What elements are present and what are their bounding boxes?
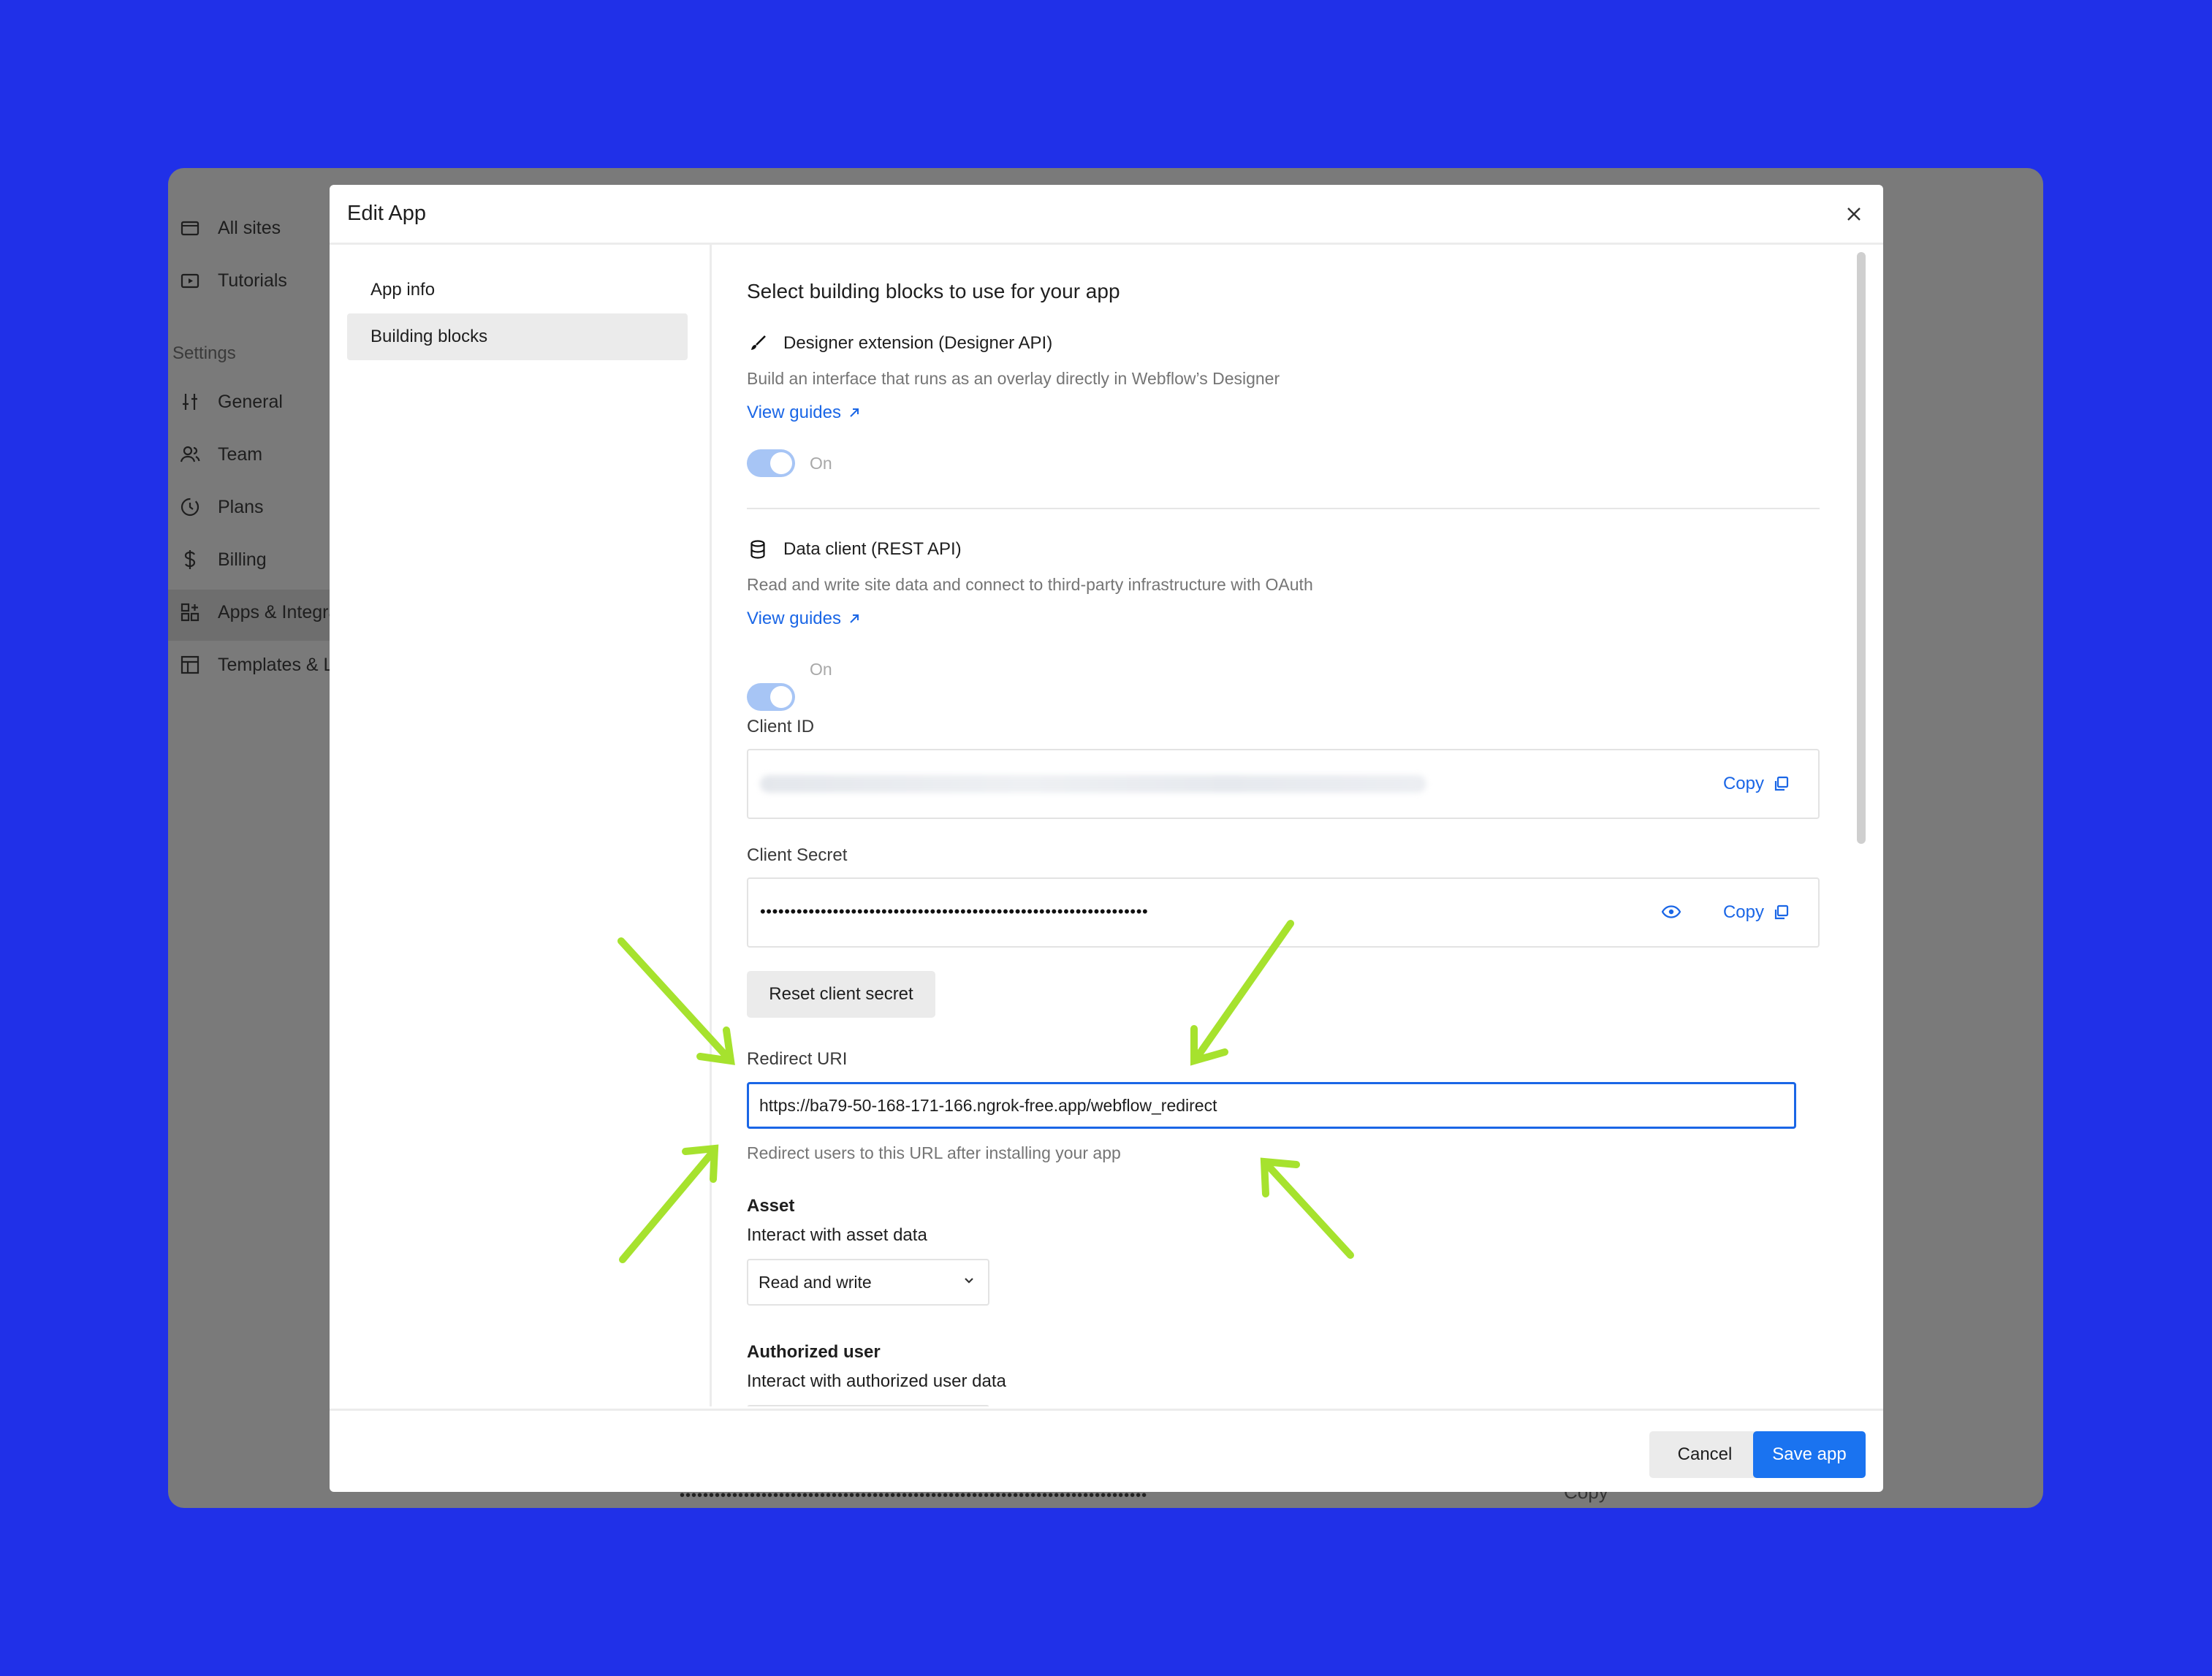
bg-sidebar-item-label: Billing xyxy=(218,549,267,570)
bg-sidebar-item-label: Apps & Integra xyxy=(218,601,339,622)
designer-extension-label: Designer extension (Designer API) xyxy=(783,333,1053,353)
client-secret-copy-button[interactable]: Copy xyxy=(1723,902,1789,923)
modal-header: Edit App xyxy=(330,185,1883,245)
bg-sidebar-item-templates[interactable]: Templates & L xyxy=(178,653,333,677)
cancel-button[interactable]: Cancel xyxy=(1649,1431,1760,1478)
client-secret-masked: ••••••••••••••••••••••••••••••••••••••••… xyxy=(760,902,1149,921)
data-client-toggle[interactable] xyxy=(747,683,795,711)
bg-sidebar-item-label: Tutorials xyxy=(218,270,287,291)
toggle-knob xyxy=(770,452,792,474)
data-client-view-guides-link[interactable]: View guides xyxy=(747,609,860,629)
designer-toggle-label: On xyxy=(810,454,832,473)
client-id-blurred-value xyxy=(760,775,1426,793)
designer-extension-description: Build an interface that runs as an overl… xyxy=(747,369,1280,388)
toggle-knob xyxy=(770,686,792,708)
data-client-toggle-label: On xyxy=(810,660,832,679)
client-secret-label: Client Secret xyxy=(747,845,848,865)
designer-extension-title: Designer extension (Designer API) xyxy=(747,332,1052,354)
brush-icon xyxy=(747,332,769,354)
reset-client-secret-button[interactable]: Reset client secret xyxy=(747,971,935,1018)
section-divider xyxy=(747,508,1820,509)
data-client-label: Data client (REST API) xyxy=(783,539,962,559)
modal-title: Edit App xyxy=(347,202,427,225)
view-guides-label: View guides xyxy=(747,403,841,422)
save-app-button[interactable]: Save app xyxy=(1753,1431,1866,1478)
scrollbar[interactable] xyxy=(1857,252,1866,844)
client-id-field[interactable]: Copy xyxy=(747,749,1820,819)
authorized-user-title: Authorized user xyxy=(747,1342,881,1362)
bg-sidebar-item-all-sites[interactable]: All sites xyxy=(178,216,281,240)
modal-content: Select building blocks to use for your a… xyxy=(712,245,1883,1406)
modal-left-nav: App info Building blocks xyxy=(330,245,712,1406)
show-secret-eye-button[interactable] xyxy=(1661,905,1681,922)
nav-item-app-info[interactable]: App info xyxy=(347,267,688,313)
bg-sidebar-item-tutorials[interactable]: Tutorials xyxy=(178,269,287,292)
sliders-icon xyxy=(178,390,202,414)
apps-icon xyxy=(178,601,202,624)
copy-label: Copy xyxy=(1722,774,1764,793)
edit-app-modal: Edit App App info Building blocks Select… xyxy=(330,185,1883,1492)
external-arrow-icon xyxy=(850,614,859,623)
redirect-uri-input[interactable]: https://ba79-50-168-171-166.ngrok-free.a… xyxy=(747,1082,1796,1129)
asset-title: Asset xyxy=(747,1196,795,1216)
copy-label: Copy xyxy=(1722,902,1764,922)
copy-icon xyxy=(1773,904,1789,921)
nav-item-building-blocks[interactable]: Building blocks xyxy=(347,313,688,360)
data-client-description: Read and write site data and connect to … xyxy=(747,575,1313,594)
bg-sidebar-item-apps[interactable]: Apps & Integra xyxy=(178,601,338,624)
team-icon xyxy=(178,443,202,466)
client-id-label: Client ID xyxy=(747,717,815,736)
tutorial-icon xyxy=(178,269,202,292)
authorized-user-subtitle: Interact with authorized user data xyxy=(747,1371,1006,1391)
bg-sidebar-item-label: All sites xyxy=(218,217,281,238)
dollar-icon xyxy=(178,548,202,571)
external-arrow-icon xyxy=(850,408,859,417)
redirect-uri-help: Redirect users to this URL after install… xyxy=(747,1143,1121,1162)
database-icon xyxy=(747,538,769,560)
client-secret-field[interactable]: ••••••••••••••••••••••••••••••••••••••••… xyxy=(747,877,1820,948)
templates-icon xyxy=(178,653,202,677)
asset-subtitle: Interact with asset data xyxy=(747,1225,927,1245)
client-id-copy-button[interactable]: Copy xyxy=(1723,774,1789,794)
authorized-user-select[interactable] xyxy=(747,1405,989,1406)
designer-view-guides-link[interactable]: View guides xyxy=(747,403,860,423)
bg-sidebar-item-label: Plans xyxy=(218,496,264,517)
bg-sidebar-item-plans[interactable]: Plans xyxy=(178,495,264,519)
chevron-down-icon xyxy=(963,1276,975,1285)
copy-icon xyxy=(1773,776,1789,792)
close-button[interactable] xyxy=(1841,201,1867,227)
bg-sidebar-item-label: Team xyxy=(218,443,263,465)
data-client-title: Data client (REST API) xyxy=(747,538,962,560)
bg-sidebar-item-team[interactable]: Team xyxy=(178,443,262,466)
redirect-uri-label: Redirect URI xyxy=(747,1049,848,1069)
plans-icon xyxy=(178,495,202,519)
bg-settings-heading: Settings xyxy=(172,343,236,363)
designer-extension-toggle[interactable] xyxy=(747,449,795,477)
asset-permission-value: Read and write xyxy=(759,1272,872,1292)
bg-sidebar-item-label: Templates & L xyxy=(218,654,334,675)
bg-sidebar-item-general[interactable]: General xyxy=(178,390,283,414)
eye-icon xyxy=(1661,905,1681,918)
view-guides-label: View guides xyxy=(747,609,841,628)
close-icon xyxy=(1847,207,1861,221)
asset-permission-select[interactable]: Read and write xyxy=(747,1259,989,1306)
modal-footer: Cancel Save app xyxy=(330,1409,1883,1492)
bg-sidebar-item-label: General xyxy=(218,391,283,412)
bg-sidebar-item-billing[interactable]: Billing xyxy=(178,548,267,571)
folder-icon xyxy=(178,216,202,240)
section-title: Select building blocks to use for your a… xyxy=(747,280,1120,302)
